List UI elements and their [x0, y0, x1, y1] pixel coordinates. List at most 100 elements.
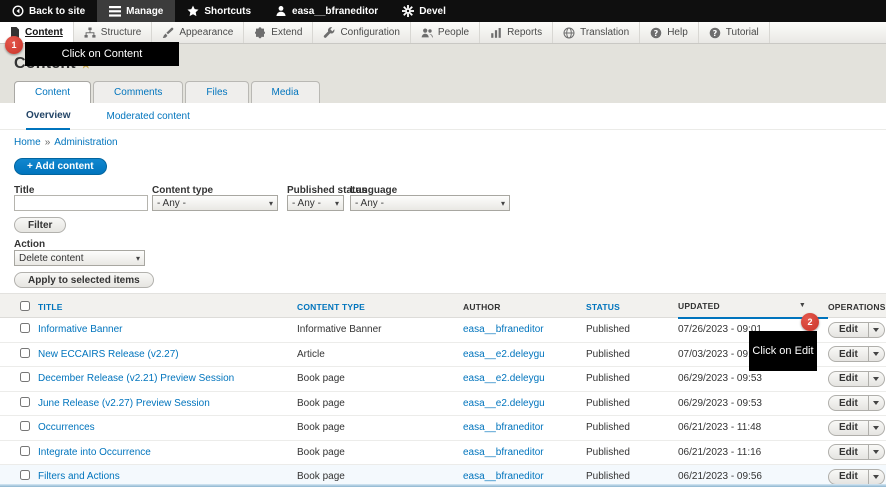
- column-header-status[interactable]: STATUS: [586, 302, 678, 312]
- gear-icon: [402, 5, 414, 17]
- row-author-link[interactable]: easa__e2.deleygu: [463, 398, 545, 409]
- edit-button[interactable]: Edit: [828, 322, 869, 338]
- tab-media[interactable]: Media: [251, 81, 320, 103]
- filter-button[interactable]: Filter: [14, 217, 66, 233]
- row-title-link[interactable]: December Release (v2.21) Preview Session: [38, 373, 234, 384]
- svg-text:?: ?: [654, 28, 659, 37]
- translation-globe-icon: [563, 27, 575, 39]
- edit-dropdown-caret[interactable]: [869, 444, 885, 460]
- row-updated: 06/29/2023 - 09:53: [678, 398, 828, 409]
- edit-dropdown-caret[interactable]: [869, 346, 885, 362]
- back-to-site-button[interactable]: Back to site: [0, 0, 97, 22]
- people-icon: [421, 27, 433, 39]
- row-title-link[interactable]: June Release (v2.27) Preview Session: [38, 398, 210, 409]
- menu-item-structure[interactable]: Structure: [74, 22, 153, 43]
- reports-chart-icon: [490, 27, 502, 39]
- row-author-link[interactable]: easa__e2.deleygu: [463, 373, 545, 384]
- row-status: Published: [586, 447, 678, 458]
- edit-split-button: Edit: [828, 469, 885, 485]
- row-title-link[interactable]: New ECCAIRS Release (v2.27): [38, 349, 179, 360]
- action-select[interactable]: Delete content: [14, 250, 145, 266]
- breadcrumb-home-link[interactable]: Home: [14, 137, 41, 148]
- row-select-checkbox[interactable]: [20, 372, 30, 382]
- row-select-checkbox[interactable]: [20, 446, 30, 456]
- edit-dropdown-caret[interactable]: [869, 322, 885, 338]
- edit-button[interactable]: Edit: [828, 395, 869, 411]
- row-content-type: Article: [297, 349, 463, 360]
- menu-item-reports[interactable]: Reports: [480, 22, 553, 43]
- row-select-checkbox[interactable]: [20, 421, 30, 431]
- row-select-checkbox[interactable]: [20, 397, 30, 407]
- tab-files[interactable]: Files: [185, 81, 248, 103]
- tab-comments[interactable]: Comments: [93, 81, 183, 103]
- annotation-step-1-tooltip: Click on Content: [25, 42, 179, 66]
- language-select[interactable]: - Any -: [350, 195, 510, 211]
- row-author-link[interactable]: easa__bfraneditor: [463, 447, 544, 458]
- edit-dropdown-caret[interactable]: [869, 469, 885, 485]
- menu-item-extend[interactable]: Extend: [244, 22, 313, 43]
- row-content-type: Informative Banner: [297, 324, 463, 335]
- row-select-checkbox[interactable]: [20, 470, 30, 480]
- user-account-button[interactable]: easa__bfraneditor: [263, 0, 390, 22]
- row-author-link[interactable]: easa__bfraneditor: [463, 422, 544, 433]
- menu-item-people-label: People: [438, 27, 469, 38]
- column-header-content-type[interactable]: CONTENT TYPE: [297, 302, 463, 312]
- edit-dropdown-caret[interactable]: [869, 371, 885, 387]
- row-select-checkbox[interactable]: [20, 348, 30, 358]
- breadcrumb: Home»Administration: [14, 137, 118, 148]
- edit-split-button: Edit: [828, 371, 885, 387]
- devel-button[interactable]: Devel: [390, 0, 458, 22]
- shortcuts-button[interactable]: Shortcuts: [175, 0, 263, 22]
- row-author-link[interactable]: easa__e2.deleygu: [463, 349, 545, 360]
- row-title-link[interactable]: Filters and Actions: [38, 471, 120, 482]
- menu-item-appearance[interactable]: Appearance: [152, 22, 244, 43]
- manage-button[interactable]: Manage: [97, 0, 175, 22]
- tutorial-icon: ?: [709, 27, 721, 39]
- menu-item-translation[interactable]: Translation: [553, 22, 640, 43]
- edit-button[interactable]: Edit: [828, 444, 869, 460]
- row-title-link[interactable]: Informative Banner: [38, 324, 123, 335]
- row-title-link[interactable]: Occurrences: [38, 422, 95, 433]
- row-updated: 06/21/2023 - 09:56: [678, 471, 828, 482]
- edit-button[interactable]: Edit: [828, 371, 869, 387]
- subtab-overview[interactable]: Overview: [26, 103, 70, 130]
- edit-button[interactable]: Edit: [828, 346, 869, 362]
- edit-dropdown-caret[interactable]: [869, 395, 885, 411]
- select-all-checkbox[interactable]: [20, 301, 30, 311]
- row-content-type: Book page: [297, 373, 463, 384]
- published-status-select[interactable]: - Any -: [287, 195, 344, 211]
- edit-button[interactable]: Edit: [828, 469, 869, 485]
- row-select-checkbox[interactable]: [20, 323, 30, 333]
- menu-item-help[interactable]: ? Help: [640, 22, 699, 43]
- tab-content[interactable]: Content: [14, 81, 91, 103]
- row-updated: 06/21/2023 - 11:16: [678, 447, 828, 458]
- title-filter-input[interactable]: [14, 195, 148, 211]
- row-author-link[interactable]: easa__bfraneditor: [463, 471, 544, 482]
- row-author-link[interactable]: easa__bfraneditor: [463, 324, 544, 335]
- star-icon: [187, 5, 199, 17]
- shortcuts-label: Shortcuts: [204, 6, 251, 17]
- annotation-step-2-tooltip: Click on Edit: [749, 331, 817, 371]
- row-content-type: Book page: [297, 398, 463, 409]
- column-header-author: AUTHOR: [463, 302, 586, 312]
- table-row: Occurrences Book page easa__bfraneditor …: [0, 416, 886, 441]
- action-label: Action: [14, 239, 45, 250]
- edit-button[interactable]: Edit: [828, 420, 869, 436]
- breadcrumb-administration-link[interactable]: Administration: [54, 137, 117, 148]
- configuration-wrench-icon: [323, 27, 335, 39]
- table-row: Integrate into Occurrence Book page easa…: [0, 441, 886, 466]
- row-updated: 06/21/2023 - 11:48: [678, 422, 828, 433]
- subtab-moderated-content[interactable]: Moderated content: [106, 103, 189, 130]
- apply-to-selected-items-button[interactable]: Apply to selected items: [14, 272, 154, 288]
- menu-item-extend-label: Extend: [271, 27, 302, 38]
- row-title-link[interactable]: Integrate into Occurrence: [38, 447, 151, 458]
- content-type-select[interactable]: - Any -: [152, 195, 278, 211]
- menu-item-tutorial[interactable]: ? Tutorial: [699, 22, 770, 43]
- row-content-type: Book page: [297, 422, 463, 433]
- row-status: Published: [586, 398, 678, 409]
- column-header-title[interactable]: TITLE: [38, 302, 297, 312]
- edit-dropdown-caret[interactable]: [869, 420, 885, 436]
- add-content-button[interactable]: + Add content: [14, 158, 107, 175]
- menu-item-configuration[interactable]: Configuration: [313, 22, 410, 43]
- menu-item-people[interactable]: People: [411, 22, 480, 43]
